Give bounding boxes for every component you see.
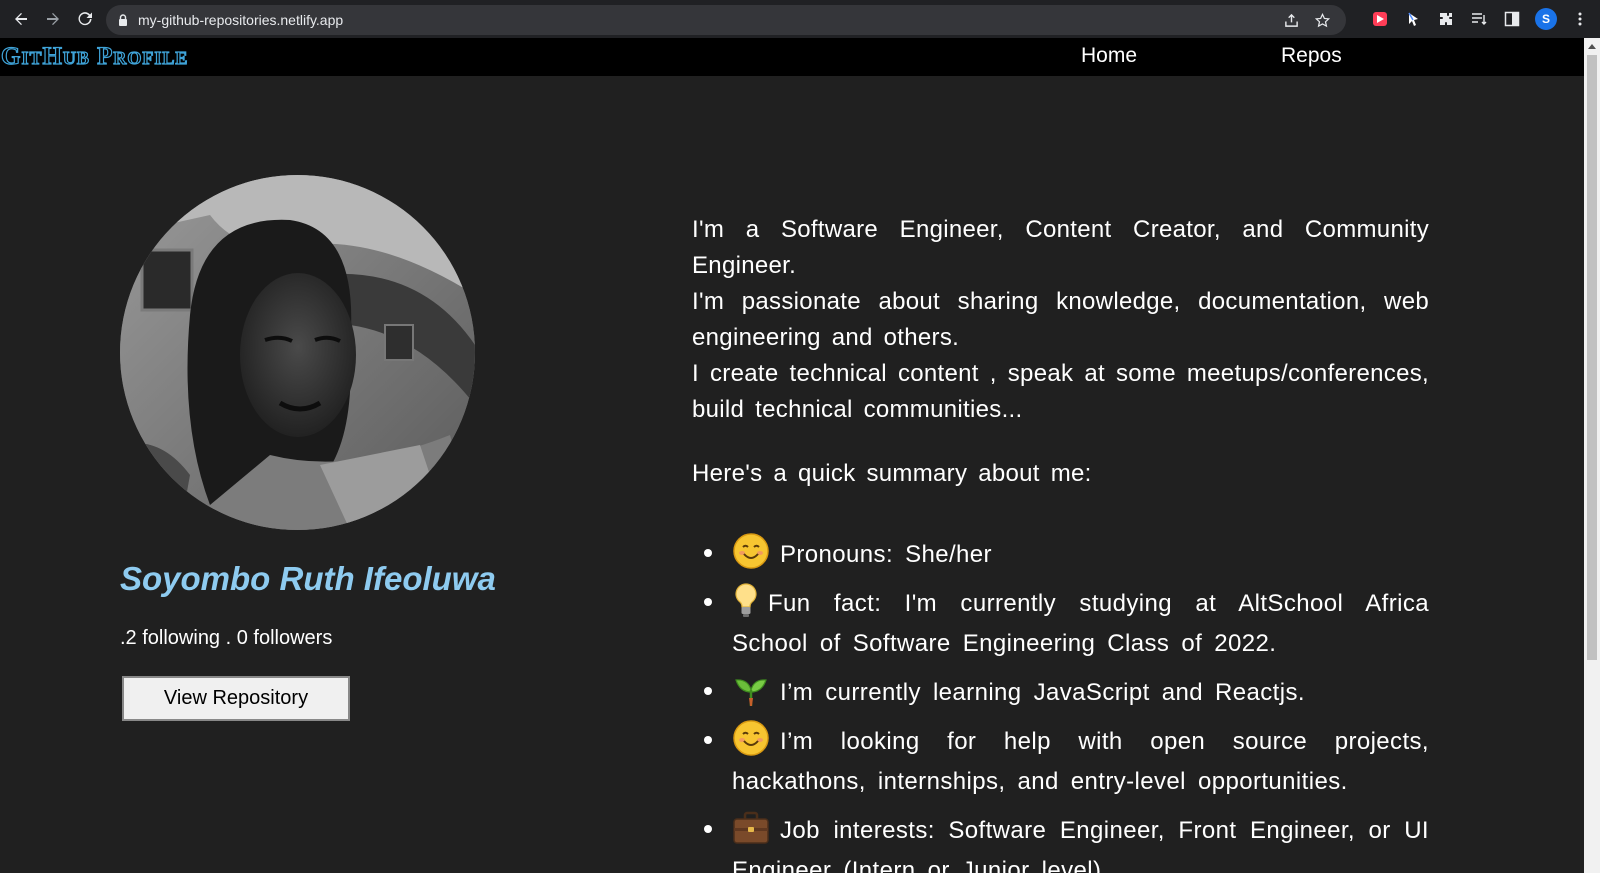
site-header: GitHub Profile Home Repos: [0, 38, 1584, 76]
bio-paragraph: I'm passionate about sharing knowledge, …: [692, 288, 1429, 351]
reload-icon: [78, 12, 92, 26]
portrait-image: [120, 175, 475, 530]
scrollbar-thumb[interactable]: [1587, 55, 1597, 660]
chrome-menu-button[interactable]: [1570, 9, 1590, 29]
address-bar[interactable]: my-github-repositories.netlify.app: [106, 5, 1346, 35]
arrow-right-icon: [47, 13, 59, 25]
summary-item-learning: I’m currently learning JavaScript and Re…: [692, 670, 1429, 713]
summary-item-text: I’m currently learning JavaScript and Re…: [780, 679, 1305, 706]
lock-icon: [119, 14, 127, 26]
profile-avatar-button[interactable]: S: [1535, 8, 1557, 30]
url-text: my-github-repositories.netlify.app: [138, 12, 344, 28]
bio-paragraph: I'm a Software Engineer, Content Creator…: [692, 216, 1429, 279]
summary-title: Here's a quick summary about me:: [692, 460, 1092, 487]
forward-button[interactable]: [37, 0, 69, 38]
smiling-face-icon: [732, 532, 770, 570]
summary-item-pronouns: Pronouns: She/her: [692, 532, 1429, 575]
bookmark-star-icon[interactable]: [1315, 12, 1330, 28]
side-panel-button[interactable]: [1502, 9, 1522, 29]
bio-section: I'm a Software Engineer, Content Creator…: [692, 212, 1429, 428]
smiling-face-icon: [732, 719, 770, 757]
summary-item-text: Job interests: Software Engineer, Front …: [732, 817, 1429, 873]
summary-item-text: I’m looking for help with open source pr…: [732, 728, 1429, 795]
seedling-icon: [732, 670, 770, 708]
reading-list-button[interactable]: [1469, 9, 1489, 29]
page-viewport: GitHub Profile Home Repos Soyombo Ruth I…: [0, 38, 1584, 873]
page-scrollbar[interactable]: [1584, 38, 1600, 873]
summary-item-fun-fact: Fun fact: I'm currently studying at AltS…: [692, 581, 1429, 664]
nav-home-link[interactable]: Home: [1081, 44, 1137, 68]
reload-button[interactable]: [69, 0, 101, 38]
light-bulb-icon: [732, 581, 760, 619]
scroll-up-arrow-icon[interactable]: [1584, 38, 1600, 54]
extension-2-button[interactable]: [1403, 9, 1423, 29]
follow-stats: .2 following . 0 followers: [120, 627, 333, 649]
arrow-left-icon: [15, 13, 27, 25]
cursor-extension-icon: [1408, 12, 1418, 26]
summary-item-text: Pronouns: She/her: [780, 541, 992, 568]
extensions-menu-button[interactable]: [1436, 9, 1456, 29]
side-panel-icon: [1504, 11, 1520, 27]
share-icon[interactable]: [1284, 13, 1299, 28]
kebab-menu-icon: [1578, 12, 1582, 26]
reading-list-icon: [1472, 13, 1487, 25]
puzzle-icon: [1440, 13, 1452, 25]
bio-paragraph: I create technical content , speak at so…: [692, 360, 1429, 423]
back-button[interactable]: [5, 0, 37, 38]
summary-item-job-interests: Job interests: Software Engineer, Front …: [692, 808, 1429, 873]
briefcase-icon: [732, 808, 770, 846]
profile-name: Soyombo Ruth Ifeoluwa: [120, 560, 496, 597]
browser-toolbar: my-github-repositories.netlify.app S: [0, 0, 1600, 38]
site-logo[interactable]: GitHub Profile: [0, 42, 188, 71]
nav-repos-link[interactable]: Repos: [1281, 44, 1342, 68]
summary-item-looking-for-help: I’m looking for help with open source pr…: [692, 719, 1429, 802]
red-extension-icon: [1373, 12, 1387, 26]
summary-list: Pronouns: She/her Fun fact: I'm currentl…: [692, 532, 1429, 873]
extension-1-button[interactable]: [1370, 9, 1390, 29]
summary-item-text: Fun fact: I'm currently studying at AltS…: [732, 590, 1429, 657]
profile-photo: [120, 175, 475, 530]
view-repository-button[interactable]: View Repository: [122, 676, 350, 721]
